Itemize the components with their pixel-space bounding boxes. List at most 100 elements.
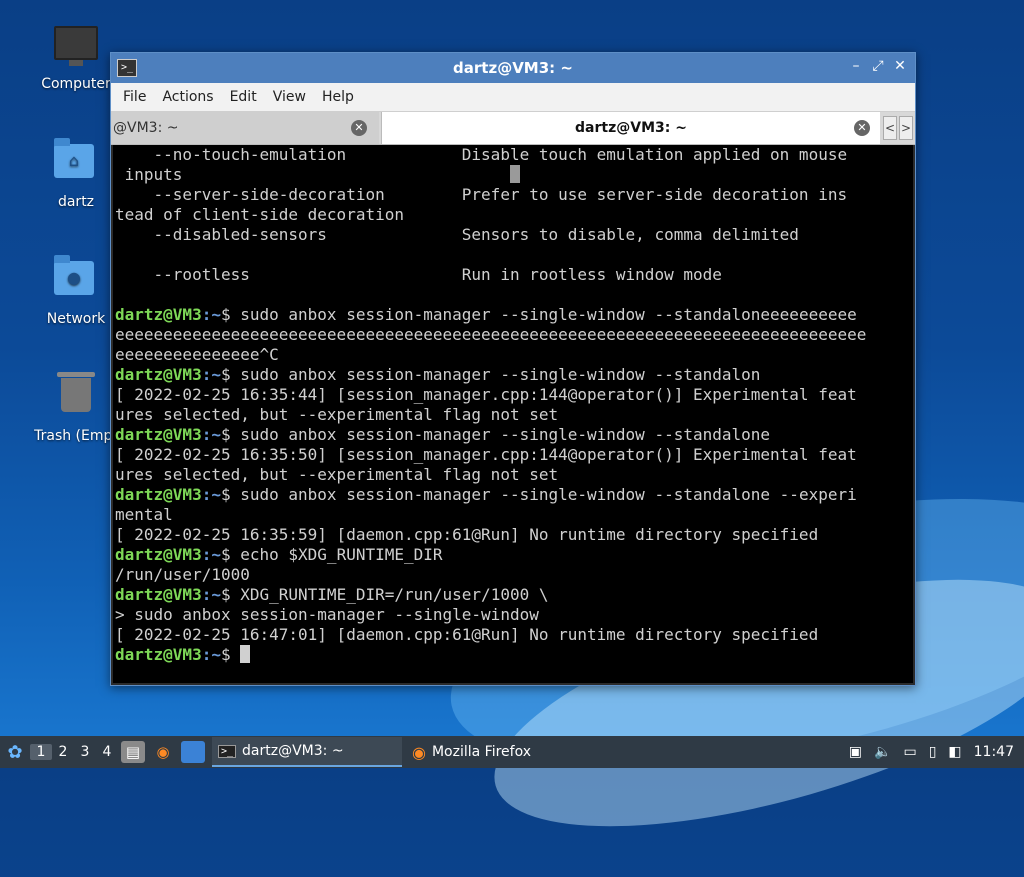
menubar: File Actions Edit View Help <box>111 83 915 112</box>
terminal-command-line: dartz@VM3:~$ XDG_RUNTIME_DIR=/run/user/1… <box>115 585 913 605</box>
tab-scroll-right-button[interactable]: > <box>899 116 913 140</box>
workspace-2[interactable]: 2 <box>52 744 74 760</box>
clock[interactable]: 11:47 <box>974 744 1018 760</box>
terminal-output[interactable]: --no-touch-emulation Disable touch emula… <box>113 145 913 683</box>
terminal-output-line: --no-touch-emulation Disable touch emula… <box>115 145 913 165</box>
computer-icon <box>54 26 98 70</box>
prompt-user: dartz@VM3 <box>115 365 202 384</box>
tab-scroll-left-button[interactable]: < <box>883 116 897 140</box>
prompt-user: dartz@VM3 <box>115 305 202 324</box>
prompt-user: dartz@VM3 <box>115 585 202 604</box>
terminal-command-line: dartz@VM3:~$ <box>115 645 913 665</box>
terminal-cursor-ghost <box>509 165 520 183</box>
output-text: mental <box>115 505 173 524</box>
terminal-output-line: --disabled-sensors Sensors to disable, c… <box>115 225 913 245</box>
output-text: --no-touch-emulation Disable touch emula… <box>115 145 848 164</box>
terminal-output-line: > sudo anbox session-manager --single-wi… <box>115 605 913 625</box>
output-text: inputs <box>115 165 183 184</box>
terminal-output-line: --server-side-decoration Prefer to use s… <box>115 185 913 205</box>
task-terminal[interactable]: >_ dartz@VM3: ~ <box>212 737 402 767</box>
command-text: $ sudo anbox session-manager --single-wi… <box>220 305 857 324</box>
notification-icon[interactable]: ◧ <box>948 744 961 760</box>
command-text: $ echo $XDG_RUNTIME_DIR <box>220 545 443 564</box>
terminal-command-line: dartz@VM3:~$ sudo anbox session-manager … <box>115 425 913 445</box>
output-text: /run/user/1000 <box>115 565 250 584</box>
task-label: dartz@VM3: ~ <box>242 743 344 759</box>
menu-file[interactable]: File <box>115 89 154 105</box>
terminal-output-line: mental <box>115 505 913 525</box>
terminal-output-line: inputs <box>115 165 913 185</box>
terminal-output-line: ures selected, but --experimental flag n… <box>115 405 913 425</box>
prompt-path: :~ <box>201 485 221 504</box>
command-text: $ XDG_RUNTIME_DIR=/run/user/1000 \ <box>220 585 549 604</box>
terminal-output-line: eeeeeeeeeeeeeeeeeeeeeeeeeeeeeeeeeeeeeeee… <box>115 325 913 345</box>
volume-icon[interactable]: 🔈 <box>874 744 891 760</box>
file-manager-icon[interactable]: ▤ <box>121 741 145 763</box>
close-tab-icon[interactable]: ✕ <box>854 120 870 136</box>
clipboard-icon[interactable]: ▯ <box>929 744 937 760</box>
tab-label: dartz@VM3: ~ <box>575 120 687 136</box>
terminal-icon: >_ <box>218 744 237 758</box>
prompt-user: dartz@VM3 <box>115 645 202 664</box>
output-text: --server-side-decoration Prefer to use s… <box>115 185 848 204</box>
home-folder-icon: ⌂ <box>54 138 98 188</box>
menu-actions[interactable]: Actions <box>154 89 221 105</box>
update-icon[interactable]: ▣ <box>849 744 862 760</box>
network-folder-icon: ● <box>54 255 98 305</box>
tab-bar: @VM3: ~ ✕ dartz@VM3: ~ ✕ < > <box>111 112 915 145</box>
terminal-output-line: tead of client-side decoration <box>115 205 913 225</box>
output-text: eeeeeeeeeeeeeeeeeeeeeeeeeeeeeeeeeeeeeeee… <box>115 325 867 344</box>
prompt-user: dartz@VM3 <box>115 425 202 444</box>
terminal-cursor <box>240 645 251 663</box>
prompt-user: dartz@VM3 <box>115 545 202 564</box>
output-text: > sudo anbox session-manager --single-wi… <box>115 605 539 624</box>
tab-terminal-1[interactable]: @VM3: ~ ✕ <box>111 112 379 144</box>
output-text: ures selected, but --experimental flag n… <box>115 465 559 484</box>
start-menu-icon[interactable]: ✿ <box>0 737 30 767</box>
terminal-command-line: dartz@VM3:~$ sudo anbox session-manager … <box>115 485 913 505</box>
trash-icon <box>54 372 98 422</box>
workspace-4[interactable]: 4 <box>96 744 118 760</box>
command-text: $ <box>220 645 241 664</box>
terminal-output-line: --rootless Run in rootless window mode <box>115 265 913 285</box>
menu-view[interactable]: View <box>265 89 314 105</box>
terminal-output-line: [ 2022-02-25 16:47:01] [daemon.cpp:61@Ru… <box>115 625 913 645</box>
output-text: ures selected, but --experimental flag n… <box>115 405 559 424</box>
prompt-path: :~ <box>201 545 221 564</box>
close-tab-icon[interactable]: ✕ <box>351 120 367 136</box>
output-text: [ 2022-02-25 16:35:44] [session_manager.… <box>115 385 857 404</box>
terminal-output-line: eeeeeeeeeeeeeee^C <box>115 345 913 365</box>
prompt-path: :~ <box>201 365 221 384</box>
prompt-path: :~ <box>201 305 221 324</box>
command-text: $ sudo anbox session-manager --single-wi… <box>220 365 761 384</box>
terminal-output-line: [ 2022-02-25 16:35:59] [daemon.cpp:61@Ru… <box>115 525 913 545</box>
terminal-command-line: dartz@VM3:~$ sudo anbox session-manager … <box>115 305 913 325</box>
command-text: $ sudo anbox session-manager --single-wi… <box>220 425 771 444</box>
menu-edit[interactable]: Edit <box>222 89 265 105</box>
menu-help[interactable]: Help <box>314 89 362 105</box>
prompt-user: dartz@VM3 <box>115 485 202 504</box>
prompt-path: :~ <box>201 425 221 444</box>
terminal-output-line: /run/user/1000 <box>115 565 913 585</box>
task-firefox[interactable]: ◉ Mozilla Firefox <box>406 738 568 766</box>
network-icon[interactable]: ▭ <box>903 744 916 760</box>
tab-label: @VM3: ~ <box>113 120 179 136</box>
firefox-icon[interactable]: ◉ <box>151 741 175 763</box>
command-text: $ sudo anbox session-manager --single-wi… <box>220 485 857 504</box>
terminal-command-line: dartz@VM3:~$ sudo anbox session-manager … <box>115 365 913 385</box>
show-desktop-icon[interactable] <box>181 741 205 763</box>
close-icon[interactable]: ✕ <box>893 58 907 74</box>
maximize-icon[interactable]: ⤢ <box>871 58 885 74</box>
output-text: --rootless Run in rootless window mode <box>115 265 722 284</box>
terminal-output-line: [ 2022-02-25 16:35:44] [session_manager.… <box>115 385 913 405</box>
output-text: [ 2022-02-25 16:47:01] [daemon.cpp:61@Ru… <box>115 625 819 644</box>
workspace-1[interactable]: 1 <box>30 744 52 760</box>
tab-terminal-2[interactable]: dartz@VM3: ~ ✕ <box>381 112 880 144</box>
minimize-icon[interactable]: – <box>849 58 863 74</box>
workspace-3[interactable]: 3 <box>74 744 96 760</box>
prompt-path: :~ <box>201 645 221 664</box>
firefox-icon: ◉ <box>412 742 426 762</box>
window-titlebar[interactable]: >_ dartz@VM3: ~ – ⤢ ✕ <box>111 53 915 83</box>
